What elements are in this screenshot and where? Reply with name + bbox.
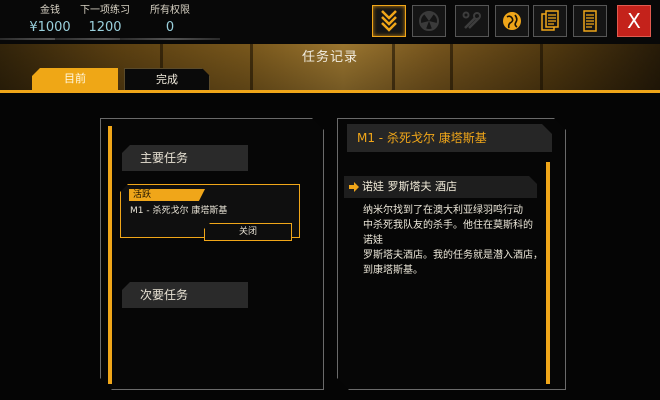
mission-close-button[interactable]: 关闭 bbox=[204, 223, 292, 241]
notes-icon bbox=[583, 10, 597, 32]
close-window-button[interactable]: X bbox=[617, 5, 651, 37]
tab-current[interactable]: 目前 bbox=[32, 68, 118, 90]
main-missions-header: 主要任务 bbox=[122, 145, 248, 171]
documents-icon bbox=[541, 10, 559, 31]
page-title: 任务记录 bbox=[301, 50, 358, 65]
right-panel-accent bbox=[546, 162, 550, 384]
tab-underline bbox=[0, 90, 660, 93]
notes-button[interactable] bbox=[573, 5, 607, 37]
mission-detail-title: M1 - 杀死戈尔 康塔斯基 bbox=[347, 124, 552, 152]
description-line: 中杀死我队友的杀手。他住在莫斯科的 bbox=[363, 220, 533, 231]
description-line: 纳米尔找到了在澳大利亚绿羽鸣行动 bbox=[363, 205, 523, 216]
map-button[interactable] bbox=[495, 5, 529, 37]
globe-icon bbox=[503, 12, 521, 30]
radiation-button[interactable] bbox=[412, 5, 446, 37]
objective-row[interactable]: 诺娃 罗斯塔夫 酒店 bbox=[344, 176, 537, 198]
permissions-label: 所有权限 bbox=[150, 5, 190, 16]
radiation-icon bbox=[419, 11, 439, 31]
tab-completed[interactable]: 完成 bbox=[124, 68, 210, 90]
left-panel-accent bbox=[108, 126, 112, 384]
mission-card-title: M1 - 杀死戈尔 康塔斯基 bbox=[130, 206, 228, 216]
mission-description: 纳米尔找到了在澳大利亚绿羽鸣行动 中杀死我队友的杀手。他住在莫斯科的 诺娃 罗斯… bbox=[363, 203, 543, 278]
permissions-stat: 所有权限 0 bbox=[120, 4, 220, 40]
active-tag: 活跃 bbox=[129, 189, 205, 201]
description-line: 到康塔斯基。 bbox=[363, 265, 423, 276]
arrow-right-icon bbox=[349, 182, 359, 192]
tools-icon bbox=[462, 11, 481, 29]
documents-button[interactable] bbox=[533, 5, 567, 37]
permissions-underline bbox=[120, 38, 220, 40]
tools-button[interactable] bbox=[455, 5, 489, 37]
augmentation-icon bbox=[381, 10, 397, 32]
augmentation-button[interactable] bbox=[372, 5, 406, 37]
description-line: 诺娃 bbox=[363, 235, 383, 246]
description-line: 罗斯塔夫酒店。我的任务就是潜入酒店， bbox=[363, 250, 543, 261]
permissions-value: 0 bbox=[165, 20, 175, 35]
side-missions-header: 次要任务 bbox=[122, 282, 248, 308]
